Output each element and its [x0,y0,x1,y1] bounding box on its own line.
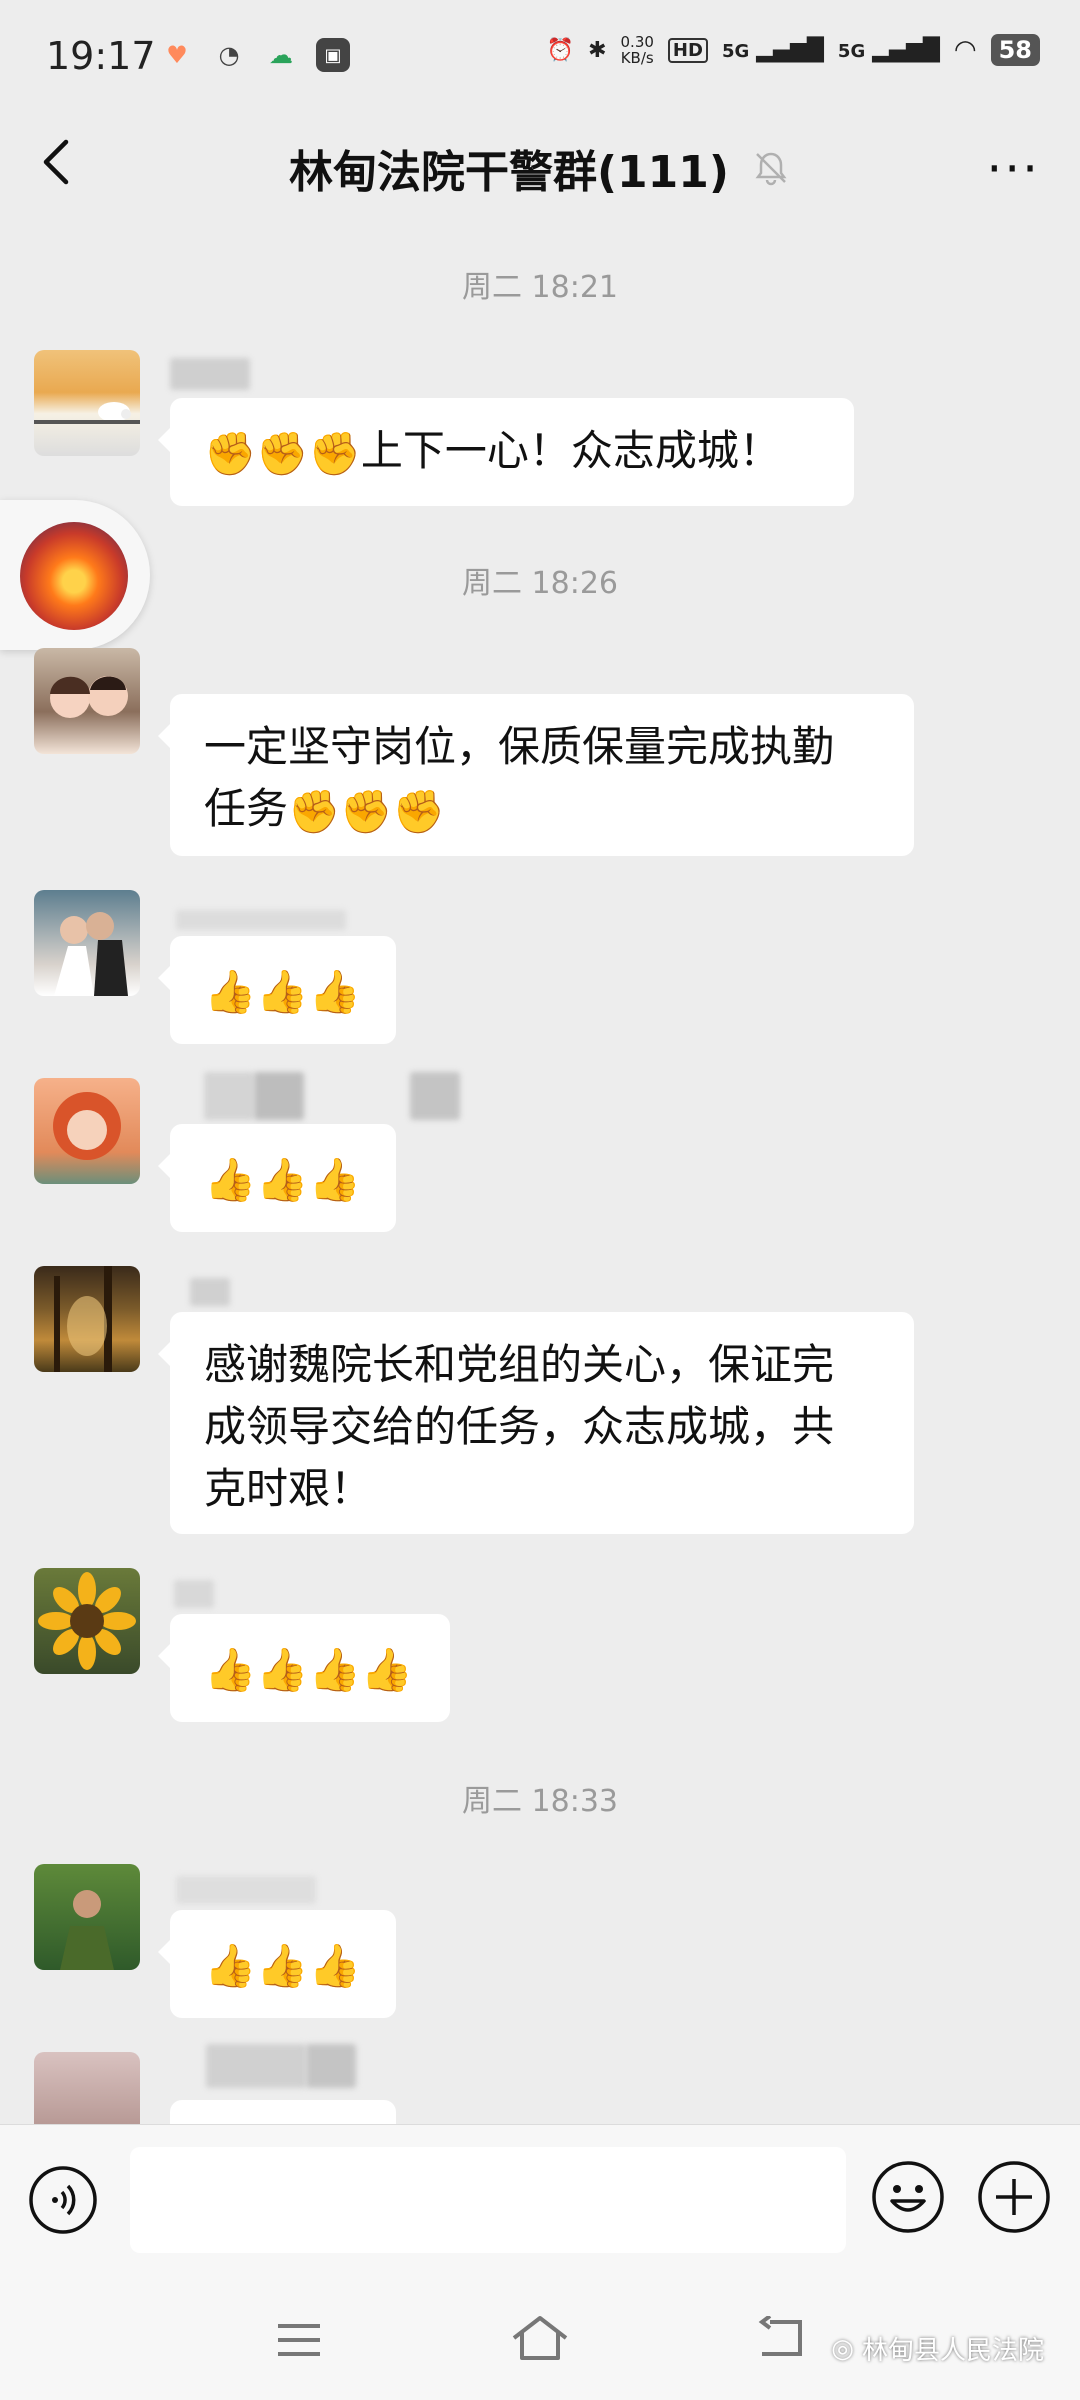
message-bubble[interactable]: 一定坚守岗位，保质保量完成执勤 任务✊✊✊ [158,694,914,856]
message-text: 上下一心！众志成城！ [360,426,781,475]
thumbs-up-icon: 👍 [204,1940,257,1990]
wedding-photo-image [54,912,128,996]
chat-title: 林甸法院干警群(111) [288,147,730,198]
more-options-button[interactable]: ··· [986,140,1040,198]
shuttlecock-image [34,402,140,424]
thumbs-up-icon: 👍 [256,1644,309,1694]
soldier-photo-image [60,1890,114,1970]
image-app-icon: ▣ [316,38,350,72]
thumbs-up-icon: 👍 [308,1940,361,1990]
thumbs-up-icon: 👍 [360,1644,414,1694]
message-bubble[interactable]: 👍👍👍 [158,936,396,1044]
message-bubble[interactable]: 👍👍👍 [158,1910,396,2018]
watermark: ◎ 林甸县人民法院 [831,2330,1044,2367]
fist-emoji-group: ✊✊✊ [204,426,361,478]
timestamp: 周二 18:26 [462,566,618,601]
thumbs-up-icon: 👍 [308,1644,361,1694]
thumbs-up-icon: 👍 [308,966,361,1016]
message-line: 成领导交给的任务，众志成城，共 [204,1402,835,1451]
message-bubble[interactable]: 👍👍👍 [158,1124,396,1232]
avatar[interactable] [34,1864,140,1970]
status-time: 19:17 [46,34,156,78]
forest-image [54,1266,112,1372]
bluetooth-icon: ✱ [588,37,607,63]
signal-5g-2-label: 5G [837,40,866,62]
battery-level: 58 [990,34,1040,66]
net-speed-unit: KB/s [620,49,654,67]
fist-icon: ✊ [340,786,393,836]
thumbs-up-icon: 👍 [204,1154,257,1204]
net-speed: 0.30 KB/s [621,34,654,66]
watermark-text: 林甸县人民法院 [861,2336,1044,2366]
chat-title-area: 林甸法院干警群(111) [0,136,1080,200]
avatar[interactable] [34,1266,140,1372]
message-line: 克时艰！ [204,1464,373,1513]
chat-input-bar [0,2124,1080,2275]
fist-icon: ✊ [256,428,309,478]
sunflower-image [38,1572,136,1670]
emoji-icon[interactable] [870,2159,946,2235]
avatar[interactable] [34,648,140,754]
chat-title-wrap: 林甸法院干警群(111) [289,136,791,200]
back-nav-icon[interactable] [756,2316,810,2360]
avatar[interactable] [34,350,140,456]
thumbs-up-icon: 👍 [256,966,309,1016]
menu-icon[interactable] [274,2320,324,2360]
thumbs-up-icon: 👍 [308,1154,361,1204]
timestamp: 周二 18:33 [462,1784,618,1819]
message-input[interactable] [130,2147,846,2253]
fist-icon: ✊ [288,786,341,836]
chat-header: 林甸法院干警群(111) ··· [0,110,1080,220]
heart-app-icon: ♥ [166,41,188,69]
status-bar: 19:17 ♥ ◔ ☁ ▣ ⏰ ✱ 0.30 KB/s HD 5G ▂▄▆█ 5G… [0,0,1080,110]
message-line-text: 任务 [204,784,289,833]
alarm-icon: ⏰ [546,37,575,63]
signal-5g-1-icon: 5G ▂▄▆█ [721,37,824,63]
avatar[interactable] [34,890,140,996]
thumbs-up-icon: 👍 [256,1154,309,1204]
signal-5g-2-icon: 5G ▂▄▆█ [837,37,940,63]
thumbs-up-icon: 👍 [256,1940,309,1990]
signal-5g-1-label: 5G [721,40,750,62]
message-bubble[interactable]: ✊✊✊上下一心！众志成城！ [158,398,854,506]
hd-icon: HD [667,37,708,63]
fist-icon: ✊ [308,428,361,478]
notification-icons: ♥ ◔ ☁ ▣ [160,38,350,72]
plus-icon[interactable] [976,2159,1052,2235]
avatar[interactable] [34,1078,140,1184]
message-line: 感谢魏院长和党组的关心，保证完 [204,1340,835,1389]
red-hair-cartoon-image [53,1092,121,1160]
thumbs-up-icon: 👍 [204,1644,257,1694]
message-bubble[interactable] [170,2100,396,2124]
bell-muted-icon [755,152,787,186]
message-bubble[interactable]: 感谢魏院长和党组的关心，保证完 成领导交给的任务，众志成城，共 克时艰！ [158,1312,914,1534]
thumbs-up-icon: 👍 [204,966,257,1016]
voice-input-icon[interactable] [28,2165,98,2235]
avatar[interactable] [34,1568,140,1674]
fist-icon: ✊ [392,786,445,836]
couple-cartoon-image [50,676,128,718]
message-line-2: 任务✊✊✊ [204,778,880,843]
timestamp: 周二 18:21 [462,270,618,305]
chat-app-icon: ☁ [269,41,293,69]
avatar[interactable] [34,2052,140,2124]
system-status: ⏰ ✱ 0.30 KB/s HD 5G ▂▄▆█ 5G ▂▄▆█ ◠ 58 [547,34,1040,66]
wechat-logo-icon: ◎ [831,2333,854,2364]
home-icon[interactable] [510,2314,570,2364]
message-bubble[interactable]: 👍👍👍👍 [158,1614,450,1722]
message-line: 一定坚守岗位，保质保量完成执勤 [204,722,835,771]
gauge-app-icon: ◔ [218,41,240,69]
wifi-icon: ◠ [953,35,977,65]
fist-icon: ✊ [204,428,257,478]
